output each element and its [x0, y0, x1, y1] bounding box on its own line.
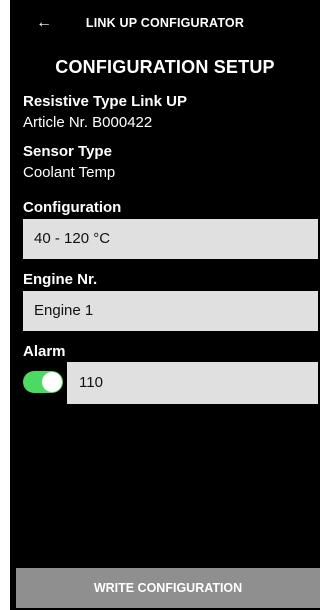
app-screen: ← LINK UP CONFIGURATOR CONFIGURATION SET…	[10, 0, 320, 610]
alarm-value-field[interactable]: 110	[67, 362, 318, 404]
sensor-type-value: Coolant Temp	[23, 164, 116, 181]
write-configuration-button[interactable]: WRITE CONFIGURATION	[16, 568, 320, 608]
configuration-field[interactable]: 40 - 120 °C	[23, 219, 318, 259]
toggle-knob	[42, 372, 62, 392]
page-title: CONFIGURATION SETUP	[55, 57, 275, 77]
engine-number-label: Engine Nr.	[23, 271, 98, 288]
engine-number-field[interactable]: Engine 1	[23, 291, 318, 331]
alarm-label: Alarm	[23, 343, 66, 360]
device-type-label: Resistive Type Link UP	[23, 93, 187, 110]
alarm-toggle[interactable]	[23, 371, 63, 393]
sensor-type-label: Sensor Type	[23, 143, 112, 160]
top-bar: ← LINK UP CONFIGURATOR	[10, 0, 320, 46]
configuration-label: Configuration	[23, 199, 122, 216]
app-title: LINK UP CONFIGURATOR	[85, 16, 245, 30]
article-number: Article Nr. B000422	[23, 114, 153, 131]
